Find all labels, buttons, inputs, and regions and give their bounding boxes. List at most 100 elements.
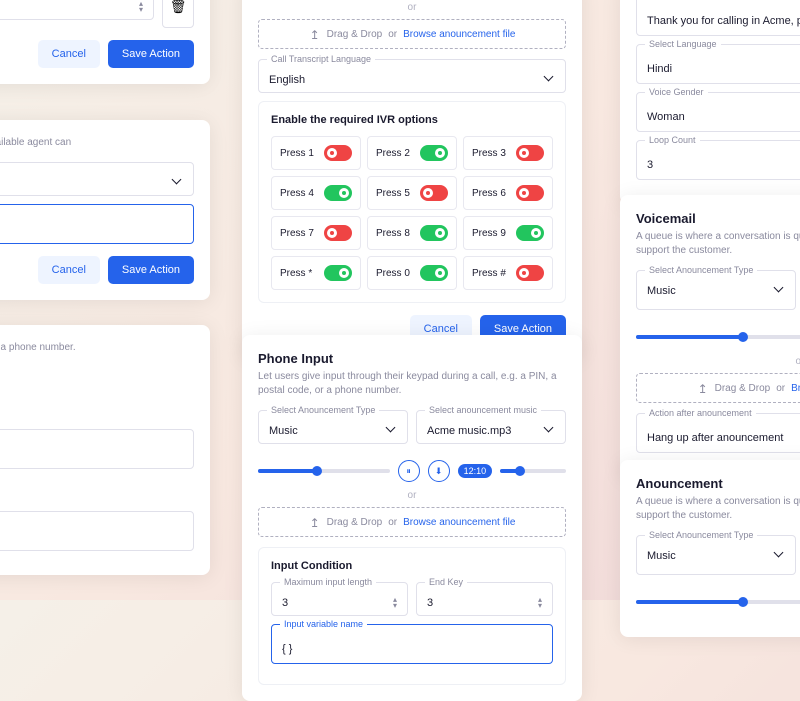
select-field[interactable] xyxy=(0,162,194,196)
chevron-down-icon xyxy=(387,426,397,436)
stepper-icon[interactable]: ▴▾ xyxy=(139,1,143,13)
end-key-field[interactable]: End Key 3▴▾ xyxy=(416,582,553,616)
toggle[interactable] xyxy=(324,225,352,241)
ivr-option: Press 6 xyxy=(463,176,553,210)
stepper-icon[interactable]: ▴▾ xyxy=(538,597,542,609)
ivr-option: Press 0 xyxy=(367,256,457,290)
cancel-button[interactable]: Cancel xyxy=(38,40,100,68)
trash-icon xyxy=(170,0,187,16)
chevron-down-icon xyxy=(545,426,555,436)
ivr-option: Press 3 xyxy=(463,136,553,170)
toggle[interactable] xyxy=(516,265,544,281)
user-label: user xyxy=(0,367,194,379)
toggle[interactable] xyxy=(324,185,352,201)
ivr-option: Press 7 xyxy=(271,216,361,250)
variable-name-field[interactable]: Input variable name { } xyxy=(271,624,553,664)
loop-field[interactable]: Loop Count 3 xyxy=(636,140,800,180)
transcript-select[interactable]: Call Transcript Language English xyxy=(258,59,566,93)
delete-button[interactable] xyxy=(162,0,194,28)
toggle[interactable] xyxy=(420,265,448,281)
ivr-option: Press 2 xyxy=(367,136,457,170)
dropzone[interactable]: Drag & Drop or Browse anouncement file xyxy=(258,19,566,49)
ivr-option: Press 4 xyxy=(271,176,361,210)
pause-icon[interactable]: ⏸ xyxy=(398,460,420,482)
ivr-option: Press 1 xyxy=(271,136,361,170)
toggle[interactable] xyxy=(324,145,352,161)
input-field[interactable]: 9 xyxy=(0,204,194,244)
ivr-option: Press 5 xyxy=(367,176,457,210)
audio-track[interactable] xyxy=(636,600,800,604)
queue-desc: a conversation is queued until an availa… xyxy=(0,136,194,150)
announcement-music-select[interactable]: Select anouncement music Acme music.mp3 xyxy=(416,410,566,444)
audio-player: ⏸ ⬇ xyxy=(636,326,800,348)
keypad-desc: ough their keypad during a call, e, or a… xyxy=(0,341,194,355)
toggle[interactable] xyxy=(420,145,448,161)
max-length-field[interactable]: Maximum input length 3▴▾ xyxy=(271,582,408,616)
time-badge: 12:10 xyxy=(458,464,493,478)
toggle[interactable] xyxy=(516,145,544,161)
card-title: Anouncement xyxy=(636,476,800,491)
volume-track[interactable] xyxy=(500,469,566,473)
ivr-label: Press 1 xyxy=(280,148,314,159)
card-desc: Let users give input through their keypa… xyxy=(258,370,566,398)
keypad-card: ough their keypad during a call, e, or a… xyxy=(0,325,210,575)
timeout-field[interactable]: Timeout 20 Seconds ▴▾ xyxy=(0,0,154,20)
language-select[interactable]: Select Language Hindi xyxy=(636,44,800,84)
chevron-down-icon xyxy=(545,75,555,85)
chevron-down-icon xyxy=(775,551,785,561)
ivr-label: Press 0 xyxy=(376,268,410,279)
stepper-icon[interactable]: ▴▾ xyxy=(393,597,397,609)
dropzone[interactable]: Drag & Drop or Browse anouncement file xyxy=(636,373,800,403)
upload-icon xyxy=(309,516,321,528)
ivr-title: Enable the required IVR options xyxy=(271,114,553,126)
radio-disconnect[interactable]: Disconnect xyxy=(0,389,194,401)
cancel-button[interactable]: Cancel xyxy=(38,256,100,284)
toggle[interactable] xyxy=(324,265,352,281)
voicemail-card: Voicemail A queue is where a conversatio… xyxy=(620,195,800,477)
action-select[interactable]: Action after anouncement Hang up after a… xyxy=(636,413,800,453)
save-button[interactable]: Save Action xyxy=(108,40,194,68)
audio-player: ⏸ ⬇ xyxy=(636,591,800,613)
phone-field-2[interactable]: efault Phone Number xyxy=(0,511,194,551)
download-icon[interactable]: ⬇ xyxy=(428,460,450,482)
toggle[interactable] xyxy=(516,225,544,241)
ivr-label: Press 6 xyxy=(472,188,506,199)
card-desc: A queue is where a conversation is queue… xyxy=(636,230,800,258)
phone-input-card: Phone Input Let users give input through… xyxy=(242,335,582,701)
or-label: or xyxy=(258,490,566,501)
gender-select[interactable]: Voice Gender Woman xyxy=(636,92,800,132)
message-field[interactable]: Thank you for calling in Acme, press one… xyxy=(636,0,800,36)
audio-player: ⏸ ⬇ 12:10 xyxy=(258,460,566,482)
chevron-down-icon xyxy=(775,286,785,296)
card-desc: A queue is where a conversation is queue… xyxy=(636,495,800,523)
card-title: Phone Input xyxy=(258,351,566,366)
phone-field[interactable]: efault Phone Number xyxy=(0,429,194,469)
ivr-card: or Drag & Drop or Browse anouncement fil… xyxy=(242,0,582,359)
upload-icon xyxy=(309,28,321,40)
card-title: Voicemail xyxy=(636,211,800,226)
radio-voicemail[interactable]: usic and send to voicemail xyxy=(0,491,194,503)
dropzone[interactable]: Drag & Drop or Browse anouncement file xyxy=(258,507,566,537)
ivr-label: Press 2 xyxy=(376,148,410,159)
toggle[interactable] xyxy=(420,225,448,241)
ivr-option: Press # xyxy=(463,256,553,290)
announcement-type-select[interactable]: Select Anouncement Type Music xyxy=(258,410,408,444)
or-label: or xyxy=(258,2,566,13)
toggle[interactable] xyxy=(420,185,448,201)
type-select[interactable]: Select Anouncement Type Music xyxy=(636,270,796,310)
audio-track[interactable] xyxy=(636,335,800,339)
audio-track[interactable] xyxy=(258,469,390,473)
ivr-label: Press 9 xyxy=(472,228,506,239)
acme-card: Thank you for calling in Acme, press one… xyxy=(620,0,800,204)
ivr-label: Press # xyxy=(472,268,506,279)
type-select[interactable]: Select Anouncement Type Music xyxy=(636,535,796,575)
ivr-option: Press 9 xyxy=(463,216,553,250)
toggle[interactable] xyxy=(516,185,544,201)
ivr-label: Press 8 xyxy=(376,228,410,239)
queue-card: a conversation is queued until an availa… xyxy=(0,120,210,300)
save-button[interactable]: Save Action xyxy=(108,256,194,284)
ivr-label: Press * xyxy=(280,268,312,279)
radio-default[interactable]: to default number xyxy=(0,409,194,421)
ivr-grid: Press 1Press 2Press 3Press 4Press 5Press… xyxy=(271,136,553,290)
or-label: or xyxy=(636,356,800,367)
